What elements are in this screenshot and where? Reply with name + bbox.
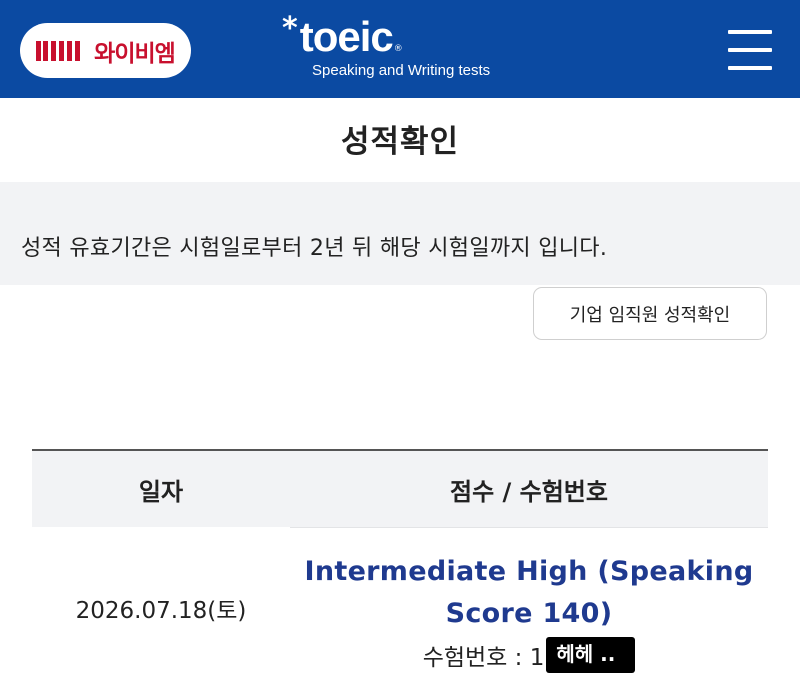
row-divider: [290, 527, 768, 528]
menu-bar: [728, 66, 772, 70]
toeic-star-icon: *: [282, 11, 298, 46]
test-number: 수험번호 : 1 헤헤 ..: [423, 637, 636, 673]
registered-mark: ®: [393, 44, 403, 54]
table-header: 일자 점수 / 수험번호: [32, 449, 768, 527]
score-table: 일자 점수 / 수험번호 2026.07.18(토) Intermediate …: [32, 449, 768, 697]
ybm-logo[interactable]: 와이비엠: [20, 23, 191, 78]
page-title: 성적확인: [340, 124, 460, 160]
score-column-header: 점수 / 수험번호: [450, 477, 608, 506]
toeic-subtitle: Speaking and Writing tests: [312, 62, 491, 79]
top-header: 와이비엠 * toeic ® Speaking and Writing test…: [0, 0, 800, 98]
corporate-score-check-button[interactable]: 기업 임직원 성적확인: [533, 287, 767, 340]
menu-bar: [728, 48, 772, 52]
table-row: 2026.07.18(토) Intermediate High (Speakin…: [32, 527, 768, 697]
ybm-logo-text: 와이비엠: [94, 40, 176, 67]
ybm-logo-mark-icon: [36, 39, 86, 63]
toeic-logo[interactable]: * toeic ® Speaking and Writing tests: [282, 11, 490, 80]
date-column-header: 일자: [138, 477, 184, 506]
test-number-label: 수험번호 : 1: [422, 645, 545, 671]
score-cell: Intermediate High (Speaking Score 140) 수…: [290, 527, 768, 697]
redaction-overlay: 헤헤 ..: [546, 637, 636, 673]
hamburger-menu-icon[interactable]: [728, 30, 772, 70]
validity-notice: 성적 유효기간은 시험일로부터 2년 뒤 해당 시험일까지 입니다.: [21, 236, 608, 261]
toeic-wordmark: toeic: [299, 13, 394, 60]
score-level-link[interactable]: Intermediate High (Speaking Score 140): [290, 551, 768, 635]
menu-bar: [728, 30, 772, 34]
test-date: 2026.07.18(토): [75, 598, 247, 624]
